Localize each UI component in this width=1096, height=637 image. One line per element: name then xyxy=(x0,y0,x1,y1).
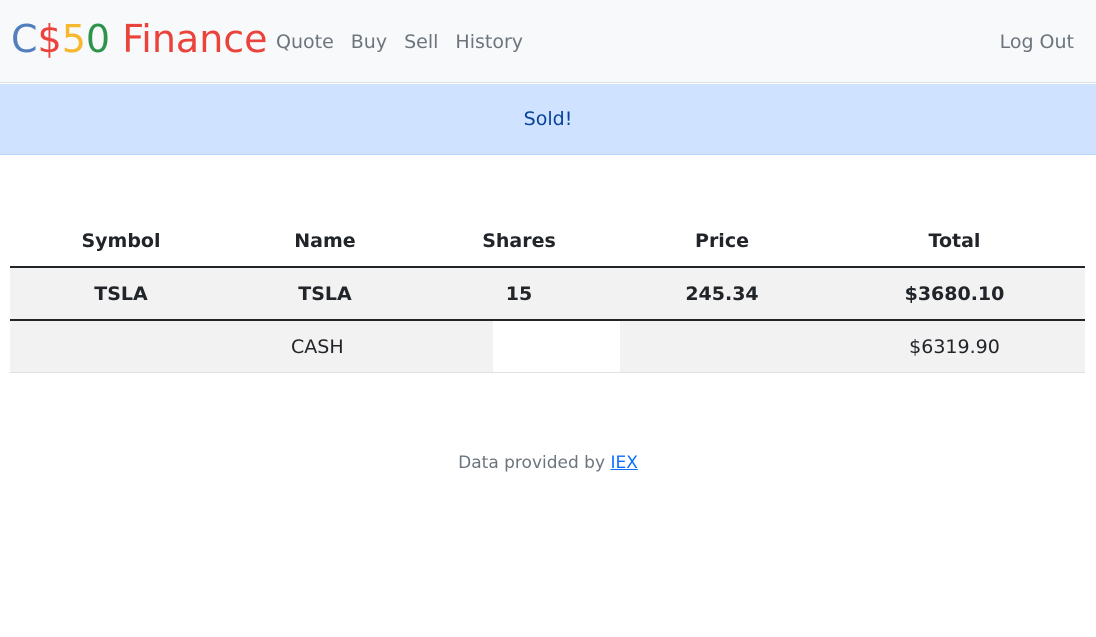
navbar: C$50 Finance Quote Buy Sell History Log … xyxy=(0,0,1096,83)
logout-link[interactable]: Log Out xyxy=(1000,29,1074,55)
brand-logo[interactable]: C$50 Finance xyxy=(11,14,268,64)
header-price: Price xyxy=(620,216,824,268)
nav-link-history[interactable]: History xyxy=(455,29,523,55)
table-row: TSLA TSLA 15 245.34 $3680.10 xyxy=(10,267,1085,321)
alert-message: Sold! xyxy=(523,108,573,130)
cell-total: $3680.10 xyxy=(824,267,1085,321)
brand-letter-0: 0 xyxy=(85,17,111,61)
alert-banner: Sold! xyxy=(0,84,1096,155)
header-total: Total xyxy=(824,216,1085,268)
brand-letter-c: C xyxy=(11,17,38,61)
nav-link-sell[interactable]: Sell xyxy=(404,29,438,55)
brand-letter-5: 5 xyxy=(61,17,86,61)
cash-spacer-2 xyxy=(620,320,824,373)
cell-name: TSLA xyxy=(232,267,418,321)
table-header-row: Symbol Name Shares Price Total xyxy=(10,216,1085,268)
portfolio-table: Symbol Name Shares Price Total TSLA TSLA… xyxy=(10,216,1085,373)
footer-prefix: Data provided by xyxy=(458,453,611,473)
header-shares: Shares xyxy=(418,216,620,268)
iex-link[interactable]: IEX xyxy=(610,453,637,473)
cash-value: $6319.90 xyxy=(824,320,1085,373)
nav-link-buy[interactable]: Buy xyxy=(351,29,387,55)
brand-word-finance: Finance xyxy=(110,17,268,61)
portfolio-table-wrap: Symbol Name Shares Price Total TSLA TSLA… xyxy=(10,216,1085,373)
cell-price: 245.34 xyxy=(620,267,824,321)
header-symbol: Symbol xyxy=(10,216,232,268)
footer: Data provided by IEX xyxy=(0,453,1096,473)
cell-symbol: TSLA xyxy=(10,267,232,321)
nav-links: Quote Buy Sell History xyxy=(276,29,540,55)
cash-label: CASH xyxy=(291,320,493,373)
header-name: Name xyxy=(232,216,418,268)
brand-letter-dollar: $ xyxy=(37,17,62,61)
cell-shares: 15 xyxy=(418,267,620,321)
cash-row: CASH $6319.90 xyxy=(10,320,1085,373)
nav-link-quote[interactable]: Quote xyxy=(276,29,334,55)
